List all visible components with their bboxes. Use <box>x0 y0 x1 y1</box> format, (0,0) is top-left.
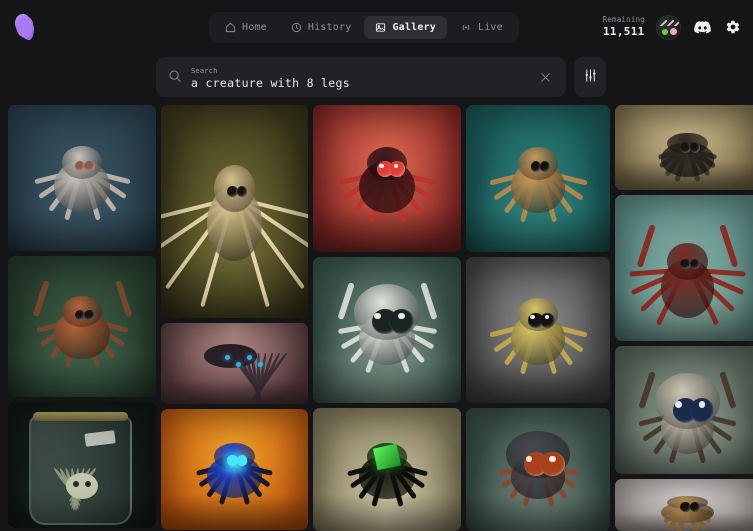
tile-vignette <box>615 105 753 190</box>
search-field-group: Search <box>191 65 534 90</box>
gallery-image-tile[interactable] <box>8 256 156 397</box>
tile-vignette <box>615 346 753 474</box>
search-row: Search <box>156 57 606 97</box>
search-label: Search <box>191 66 218 75</box>
tab-home[interactable]: Home <box>214 16 278 39</box>
gallery-column-4 <box>466 105 610 531</box>
search-input[interactable] <box>191 75 534 90</box>
gallery-image-tile[interactable] <box>313 256 461 404</box>
credits-label: Remaining <box>602 15 645 25</box>
app-root: Home History Gallery Live Remaining 11,511 <box>0 0 753 531</box>
gallery-image-tile[interactable] <box>615 478 753 531</box>
tile-vignette <box>8 256 156 397</box>
tile-vignette <box>466 257 610 404</box>
clear-search-button[interactable] <box>534 66 556 88</box>
tile-vignette <box>313 105 461 252</box>
credits-value: 11,511 <box>603 24 645 38</box>
image-icon <box>375 22 386 33</box>
avatar-dot-green <box>662 28 668 35</box>
main-navigation: Home History Gallery Live <box>209 12 519 43</box>
tab-label: Live <box>477 22 503 33</box>
tile-vignette <box>313 408 461 531</box>
home-icon <box>225 22 236 33</box>
purple-blob-logo <box>15 16 33 38</box>
gallery-image-tile[interactable] <box>313 408 461 531</box>
tile-vignette <box>161 105 308 318</box>
filter-settings-button[interactable] <box>574 57 606 97</box>
search-box[interactable]: Search <box>156 57 566 97</box>
search-icon <box>168 68 182 87</box>
gallery-image-tile[interactable] <box>161 409 308 530</box>
credits-display: Remaining 11,511 <box>603 15 645 38</box>
image-gallery-grid[interactable] <box>0 105 753 531</box>
gallery-image-tile[interactable] <box>466 105 610 252</box>
clock-icon <box>291 22 302 33</box>
app-logo[interactable] <box>8 11 40 43</box>
gallery-image-tile[interactable] <box>615 105 753 190</box>
header-right-cluster: Remaining 11,511 <box>603 10 743 44</box>
tab-label: Gallery <box>392 22 436 33</box>
gallery-image-tile[interactable] <box>161 323 308 404</box>
tab-live[interactable]: Live <box>449 16 514 39</box>
gallery-image-tile[interactable] <box>615 345 753 474</box>
gallery-image-tile[interactable] <box>8 402 156 528</box>
avatar-dot-pink <box>670 27 677 35</box>
tab-gallery[interactable]: Gallery <box>364 16 447 39</box>
tab-history[interactable]: History <box>280 16 363 39</box>
app-header: Home History Gallery Live Remaining 11,511 <box>0 0 753 54</box>
gear-icon[interactable] <box>723 17 743 37</box>
tile-vignette <box>161 323 308 404</box>
tile-vignette <box>8 105 156 251</box>
gallery-image-tile[interactable] <box>161 105 308 318</box>
avatar-zigzag <box>660 19 679 26</box>
gallery-column-1 <box>8 105 156 531</box>
tile-vignette <box>615 479 753 531</box>
tile-vignette <box>615 195 753 341</box>
gallery-image-tile[interactable] <box>615 194 753 341</box>
tile-vignette <box>466 105 610 252</box>
gallery-image-tile[interactable] <box>313 105 461 252</box>
tile-vignette <box>313 257 461 404</box>
tab-label: Home <box>242 22 267 33</box>
sliders-icon <box>583 68 598 87</box>
broadcast-icon <box>460 22 472 33</box>
gallery-column-5 <box>615 105 753 531</box>
tab-label: History <box>307 22 352 33</box>
tile-vignette <box>161 409 308 530</box>
gallery-image-tile[interactable] <box>8 105 156 251</box>
tile-vignette <box>466 408 610 531</box>
discord-icon[interactable] <box>692 17 712 37</box>
user-avatar[interactable] <box>656 14 681 40</box>
gallery-column-2 <box>161 105 308 531</box>
gallery-image-tile[interactable] <box>466 256 610 404</box>
gallery-image-tile[interactable] <box>466 408 610 531</box>
tile-vignette <box>8 402 156 528</box>
gallery-column-3 <box>313 105 461 531</box>
